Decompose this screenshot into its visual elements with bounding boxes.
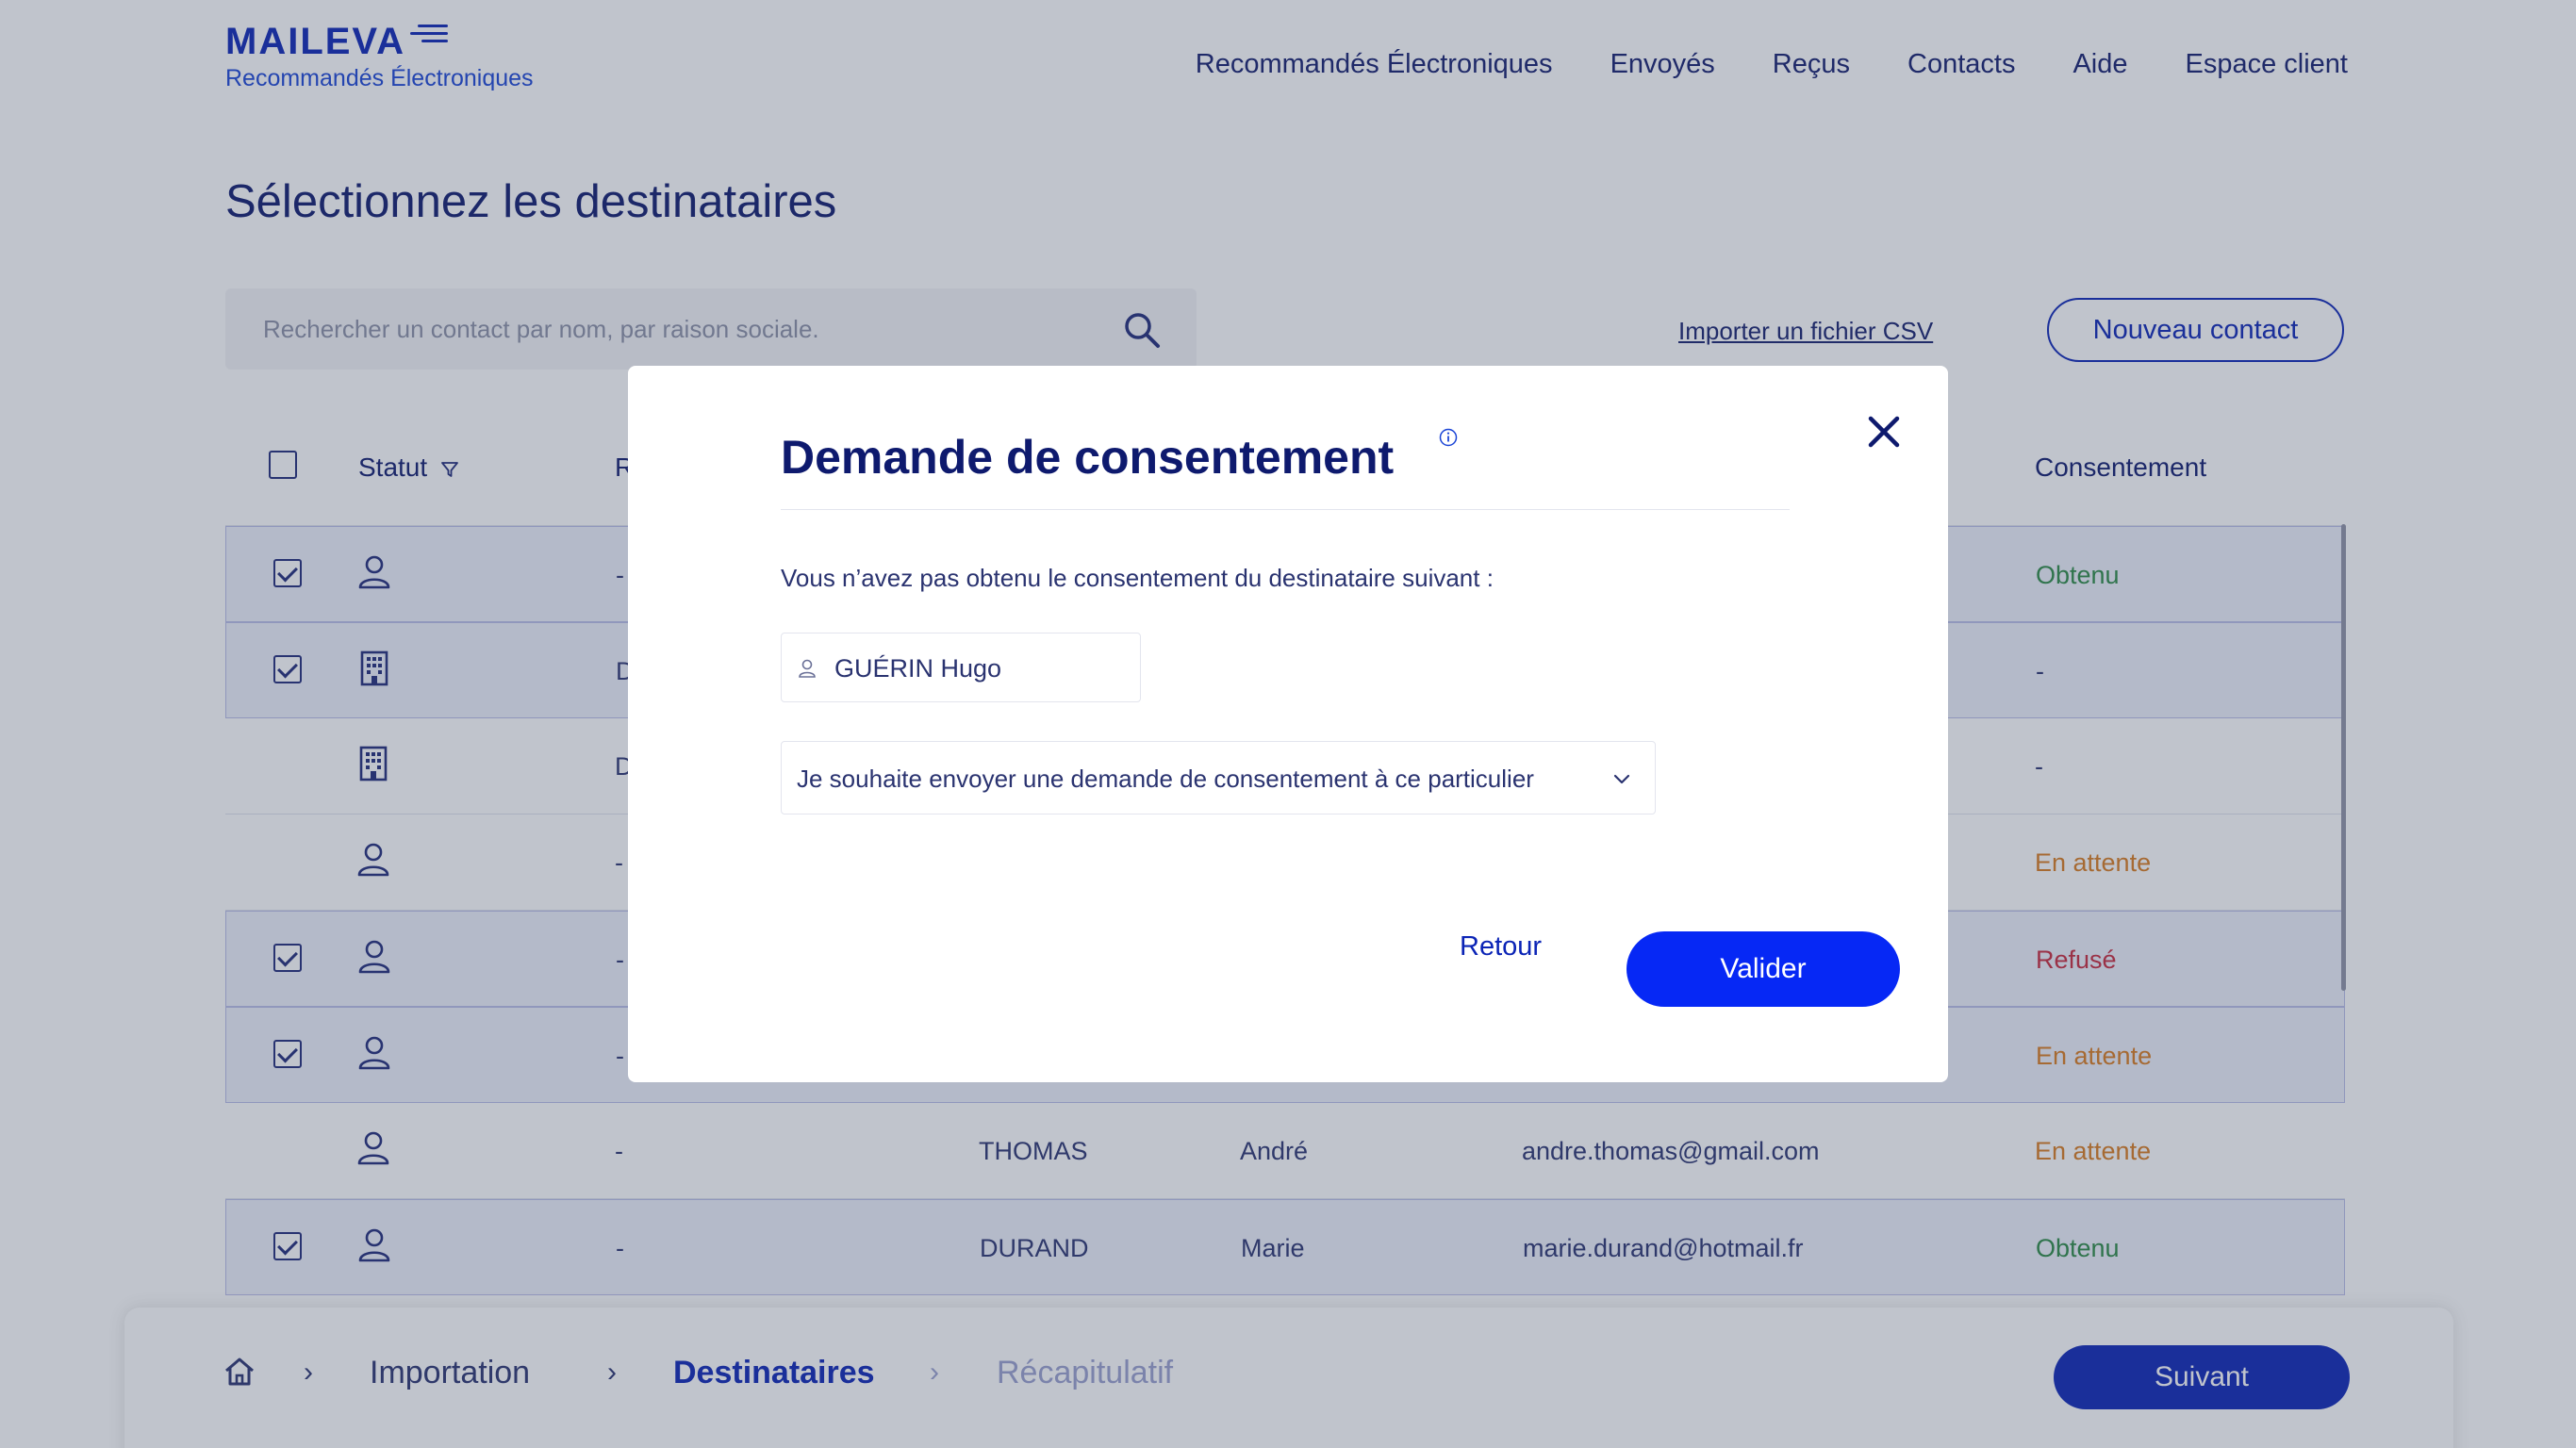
consent-modal: Demande de consentement Vous n’avez pas … [628,366,1948,1082]
recipient-chip: GUÉRIN Hugo [781,633,1141,702]
info-icon[interactable] [1439,428,1458,447]
validate-button[interactable]: Valider [1627,931,1900,1007]
modal-divider [781,509,1790,510]
person-icon [799,659,816,678]
close-icon[interactable] [1863,411,1905,452]
back-button[interactable]: Retour [1460,931,1542,963]
consent-action-value: Je souhaite envoyer une demande de conse… [797,765,1534,793]
page: MAILEVA Recommandés Électroniques Recomm… [0,0,2576,1448]
modal-message: Vous n’avez pas obtenu le consentement d… [781,564,1494,592]
recipient-name: GUÉRIN Hugo [834,654,1002,683]
chevron-down-icon [1613,774,1630,784]
consent-action-select[interactable]: Je souhaite envoyer une demande de conse… [781,741,1656,814]
modal-title: Demande de consentement [781,431,1395,484]
